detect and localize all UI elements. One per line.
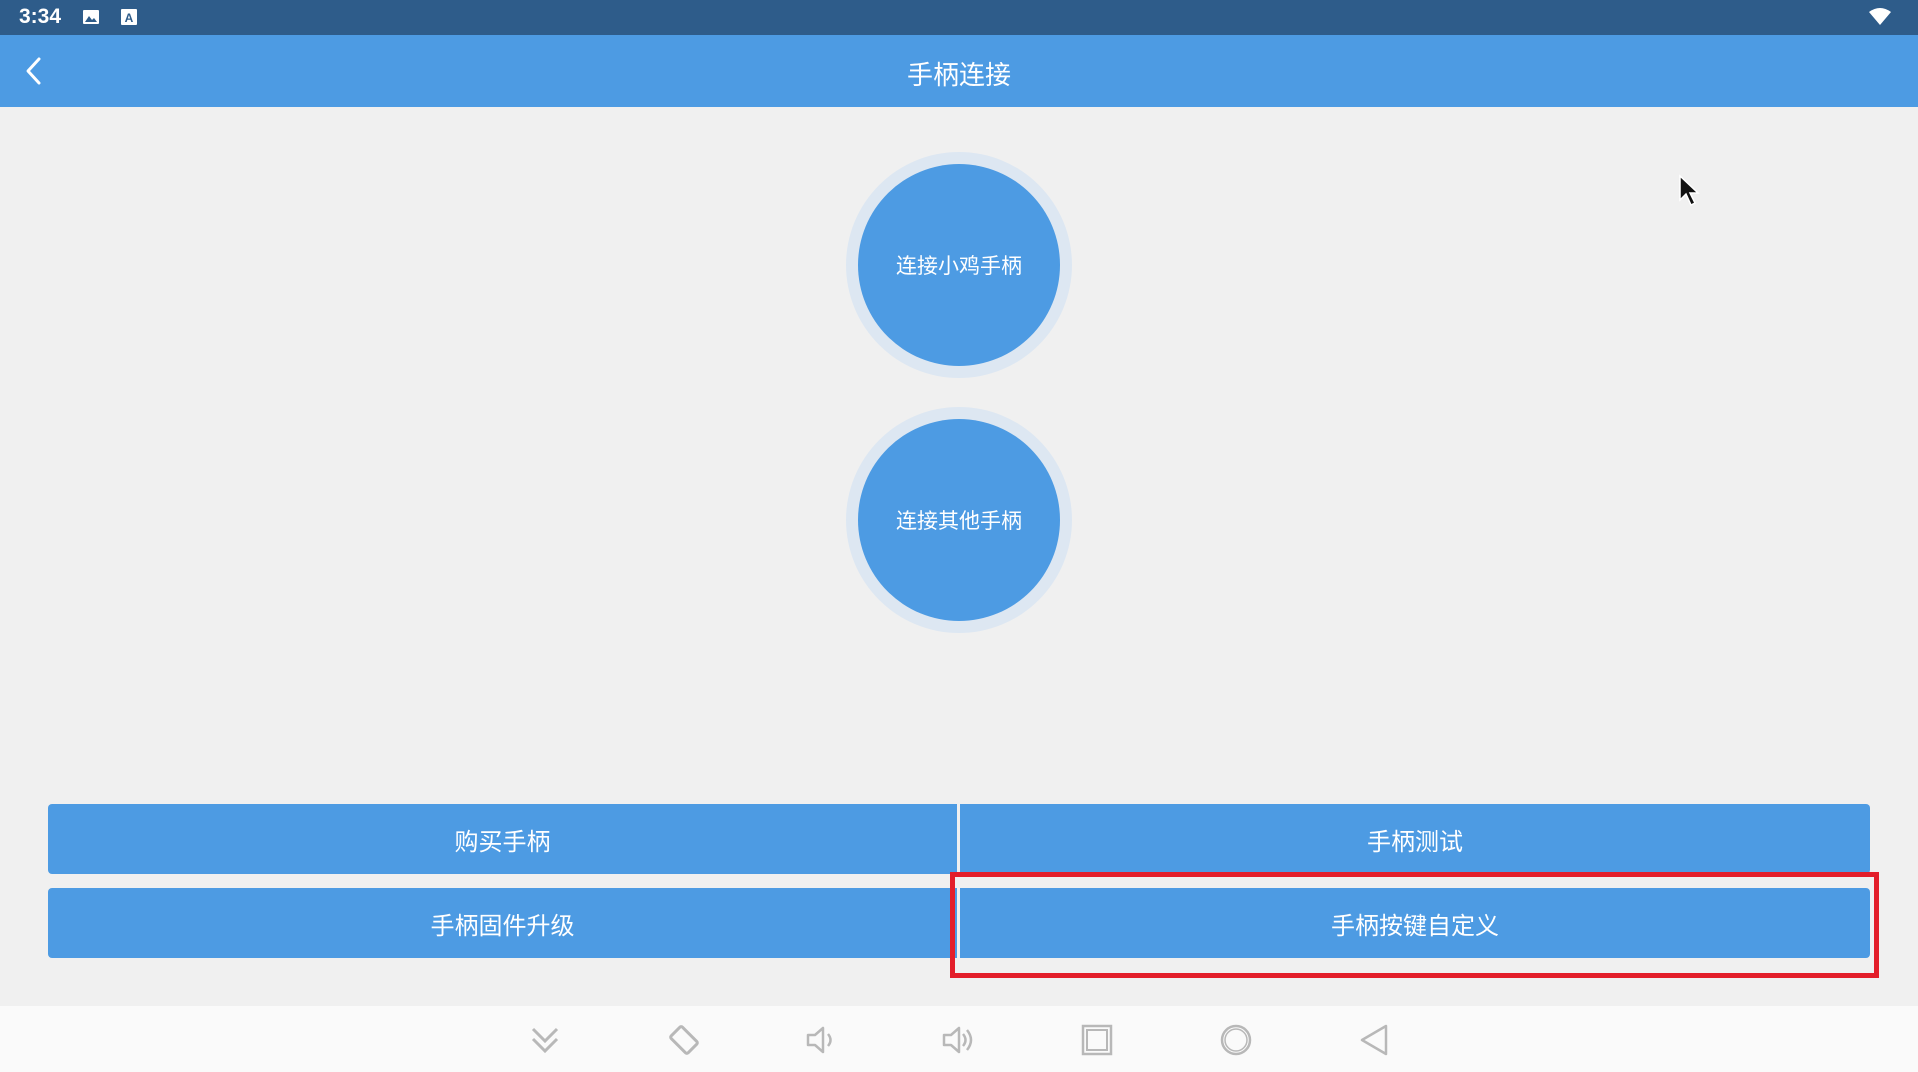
double-chevron-down-icon[interactable] bbox=[527, 1022, 563, 1058]
key-customize-button[interactable]: 手柄按键自定义 bbox=[960, 888, 1870, 958]
square-recents-icon[interactable] bbox=[1079, 1022, 1115, 1058]
circle-home-icon[interactable] bbox=[1218, 1022, 1254, 1058]
volume-up-icon[interactable] bbox=[941, 1022, 977, 1058]
status-bar: 3:34 A bbox=[0, 0, 1918, 35]
navigation-bar bbox=[0, 1006, 1918, 1072]
gamepad-test-label: 手柄测试 bbox=[1367, 827, 1463, 856]
gamepad-test-button[interactable]: 手柄测试 bbox=[960, 804, 1870, 874]
mouse-cursor-icon bbox=[1679, 174, 1700, 207]
key-customize-label: 手柄按键自定义 bbox=[1331, 911, 1499, 940]
buy-gamepad-label: 购买手柄 bbox=[454, 827, 551, 856]
triangle-back-icon[interactable] bbox=[1356, 1022, 1392, 1058]
connect-other-button[interactable]: 连接其他手柄 bbox=[858, 419, 1060, 621]
status-time: 3:34 bbox=[19, 5, 62, 28]
connect-other-ring: 连接其他手柄 bbox=[846, 407, 1072, 633]
firmware-upgrade-button[interactable]: 手柄固件升级 bbox=[48, 888, 957, 958]
svg-text:A: A bbox=[125, 11, 134, 25]
buy-gamepad-button[interactable]: 购买手柄 bbox=[48, 804, 957, 874]
volume-down-icon[interactable] bbox=[804, 1022, 840, 1058]
connect-xiaoji-label: 连接小鸡手柄 bbox=[896, 254, 1022, 278]
page-title: 手柄连接 bbox=[906, 61, 1011, 91]
keyboard-a-icon: A bbox=[121, 9, 137, 25]
connect-xiaoji-button[interactable]: 连接小鸡手柄 bbox=[858, 164, 1060, 366]
image-icon bbox=[83, 10, 99, 24]
firmware-upgrade-label: 手柄固件升级 bbox=[430, 911, 575, 940]
connect-other-label: 连接其他手柄 bbox=[896, 509, 1022, 533]
wifi-icon bbox=[1869, 8, 1891, 25]
connect-xiaoji-ring: 连接小鸡手柄 bbox=[846, 152, 1072, 378]
app-bar: 手柄连接 bbox=[0, 35, 1918, 107]
rotate-icon[interactable] bbox=[666, 1022, 702, 1058]
